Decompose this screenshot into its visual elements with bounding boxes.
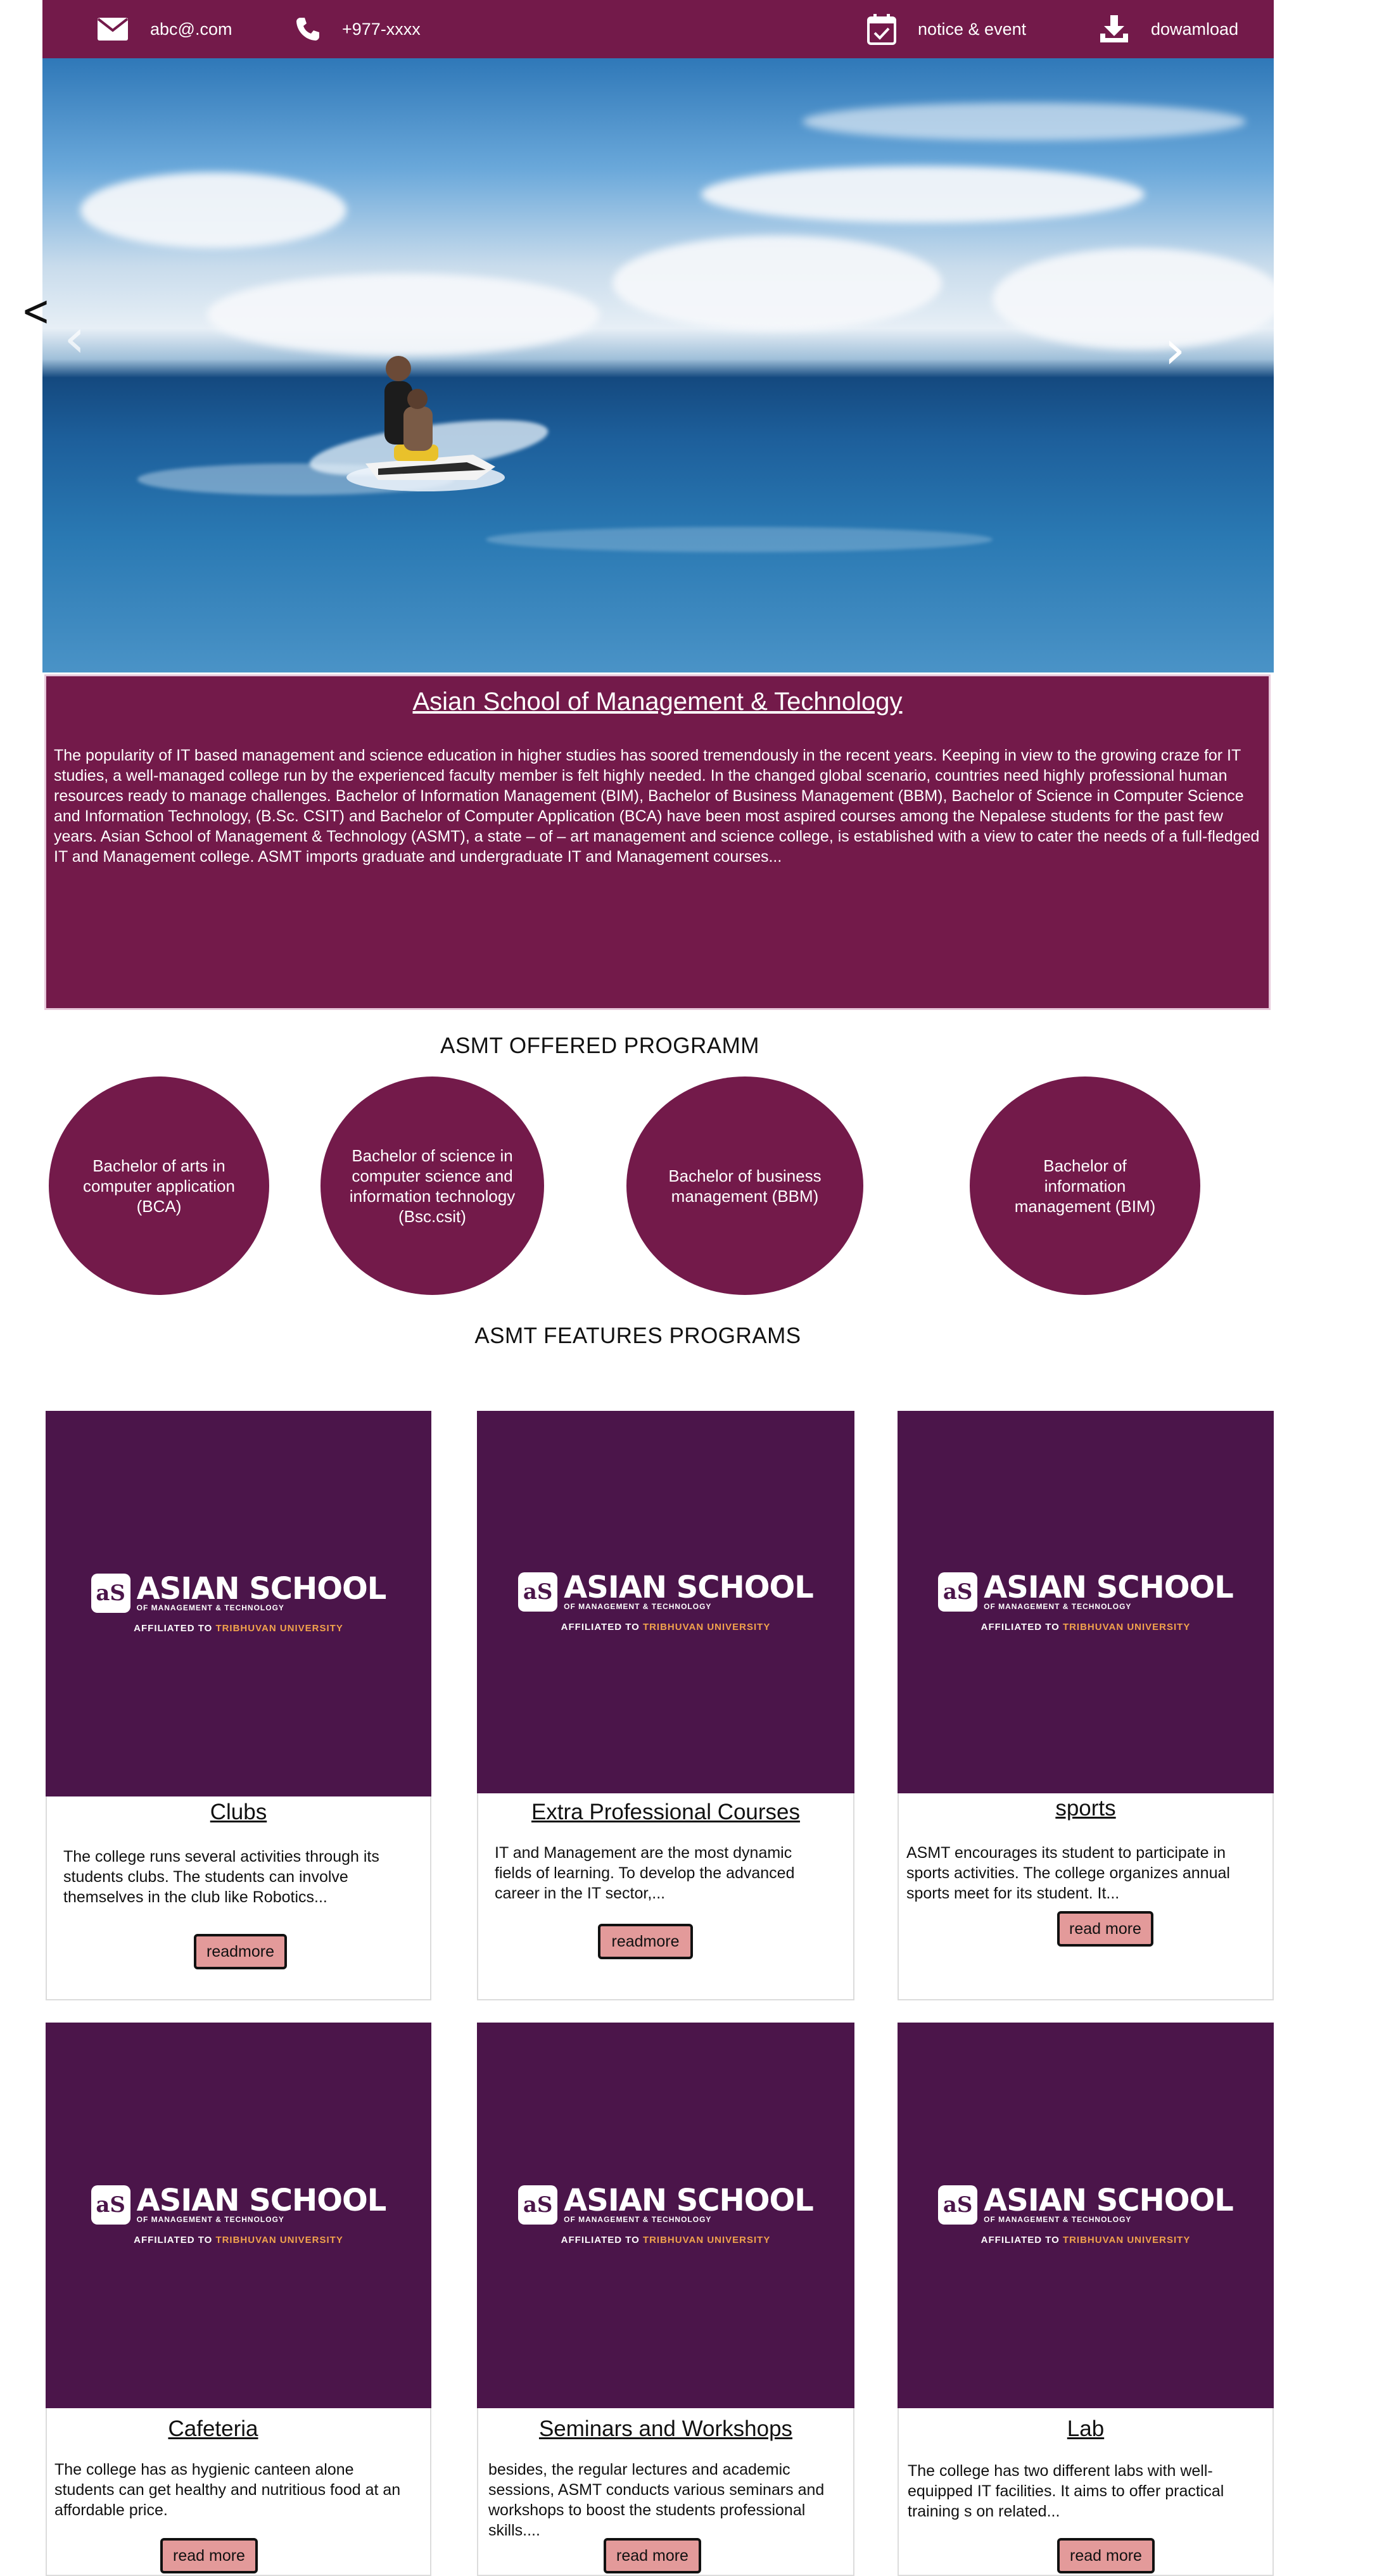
readmore-button[interactable]: read more <box>1057 2538 1155 2573</box>
program-bbm[interactable]: Bachelor of business management (BBM) <box>626 1076 863 1295</box>
jet-ski-rider <box>340 337 517 502</box>
download-text: dowamload <box>1151 19 1239 39</box>
program-bim[interactable]: Bachelor of information management (BIM) <box>970 1076 1200 1295</box>
readmore-button[interactable]: read more <box>160 2538 258 2573</box>
logo-mark-icon: aS <box>518 2185 558 2225</box>
phone-text: +977-xxxx <box>342 19 421 39</box>
card-description: ASMT encourages its student to participa… <box>906 1844 1230 1902</box>
phone-icon <box>295 16 320 42</box>
logo-mark-icon: aS <box>91 2185 130 2225</box>
programs-heading: ASMT OFFERED PROGRAMM <box>440 1033 759 1058</box>
card-image: aS ASIAN SCHOOL OF MANAGEMENT & TECHNOLOG… <box>898 2023 1274 2408</box>
card-image: aS ASIAN SCHOOL OF MANAGEMENT & TECHNOLOG… <box>898 1411 1274 1793</box>
card-description: The college has as hygienic canteen alon… <box>54 2461 401 2519</box>
card-title[interactable]: Lab <box>899 2416 1272 2442</box>
readmore-button[interactable]: readmore <box>194 1934 287 1969</box>
logo-mark-icon: aS <box>91 1574 130 1613</box>
card-title[interactable]: sports <box>899 1796 1272 1821</box>
about-title: Asian School of Management & Technology <box>412 688 903 716</box>
card-title[interactable]: Clubs <box>47 1800 430 1825</box>
hero-next-arrow[interactable]: › <box>1164 323 1186 376</box>
cloud <box>993 248 1274 350</box>
feature-card-sports: aS ASIAN SCHOOL OF MANAGEMENT & TECHNOLOG… <box>898 1411 1274 2000</box>
school-logo: aS ASIAN SCHOOL OF MANAGEMENT & TECHNOLOG… <box>518 2185 814 2225</box>
download-icon <box>1099 15 1129 44</box>
cloud <box>612 236 942 331</box>
features-heading: ASMT FEATURES PROGRAMS <box>474 1323 801 1348</box>
card-title[interactable]: Extra Professional Courses <box>478 1800 853 1825</box>
feature-card-cafeteria: aS ASIAN SCHOOL OF MANAGEMENT & TECHNOLOG… <box>46 2023 431 2576</box>
card-description: IT and Management are the most dynamic f… <box>495 1844 795 1902</box>
logo-mark-icon: aS <box>938 2185 978 2225</box>
card-title[interactable]: Cafeteria <box>0 2416 430 2442</box>
card-image: aS ASIAN SCHOOL OF MANAGEMENT & TECHNOLOG… <box>477 2023 854 2408</box>
readmore-button[interactable]: readmore <box>598 1924 693 1959</box>
card-title[interactable]: Seminars and Workshops <box>478 2416 853 2442</box>
logo-mark-icon: aS <box>518 1572 558 1612</box>
school-logo: aS ASIAN SCHOOL OF MANAGEMENT & TECHNOLOG… <box>938 1572 1234 1612</box>
logo-mark-icon: aS <box>938 1572 978 1612</box>
top-bar: abc@.com +977-xxxx notice & event dowaml… <box>42 0 1274 58</box>
download-link[interactable]: dowamload <box>1099 0 1238 58</box>
school-logo: aS ASIAN SCHOOL OF MANAGEMENT & TECHNOLOG… <box>938 2185 1234 2225</box>
cloud <box>701 166 1145 223</box>
notice-text: notice & event <box>918 19 1027 39</box>
card-image: aS ASIAN SCHOOL OF MANAGEMENT & TECHNOLOG… <box>477 1411 854 1793</box>
notice-event-link[interactable]: notice & event <box>867 0 1026 58</box>
school-logo: aS ASIAN SCHOOL OF MANAGEMENT & TECHNOLOG… <box>91 1574 386 1613</box>
wave <box>486 527 993 552</box>
outer-prev-arrow[interactable]: < <box>22 290 51 333</box>
school-logo: aS ASIAN SCHOOL OF MANAGEMENT & TECHNOLOG… <box>91 2185 386 2225</box>
feature-card-seminars: aS ASIAN SCHOOL OF MANAGEMENT & TECHNOLOG… <box>477 2023 854 2576</box>
hero-prev-arrow[interactable]: ‹ <box>64 312 86 365</box>
feature-card-clubs: aS ASIAN SCHOOL OF MANAGEMENT & TECHNOLOG… <box>46 1411 431 2000</box>
about-text: The popularity of IT based management an… <box>54 747 1260 866</box>
card-description: The college has two different labs with … <box>908 2462 1224 2520</box>
card-description: besides, the regular lectures and academ… <box>488 2461 825 2539</box>
phone-link[interactable]: +977-xxxx <box>295 0 421 58</box>
email-text: abc@.com <box>150 19 232 39</box>
hero-slider: ‹ › <box>42 58 1274 672</box>
about-section: Asian School of Management & Technology … <box>44 674 1271 1010</box>
email-link[interactable]: abc@.com <box>97 0 232 58</box>
feature-card-lab: aS ASIAN SCHOOL OF MANAGEMENT & TECHNOLOG… <box>898 2023 1274 2576</box>
card-description: The college runs several activities thro… <box>63 1848 379 1906</box>
readmore-button[interactable]: read more <box>604 2538 701 2573</box>
envelope-icon <box>97 17 129 41</box>
readmore-button[interactable]: read more <box>1057 1911 1153 1947</box>
card-image: aS ASIAN SCHOOL OF MANAGEMENT & TECHNOLOG… <box>46 2023 431 2408</box>
program-bsc-csit[interactable]: Bachelor of science in computer science … <box>320 1076 544 1295</box>
cloud <box>80 172 346 248</box>
program-bca[interactable]: Bachelor of arts in computer application… <box>49 1076 269 1295</box>
cloud <box>803 103 1246 141</box>
card-image: aS ASIAN SCHOOL OF MANAGEMENT & TECHNOLOG… <box>46 1411 431 1796</box>
feature-card-extra-courses: aS ASIAN SCHOOL OF MANAGEMENT & TECHNOLOG… <box>477 1411 854 2000</box>
calendar-check-icon <box>867 13 896 45</box>
school-logo: aS ASIAN SCHOOL OF MANAGEMENT & TECHNOLOG… <box>518 1572 814 1612</box>
